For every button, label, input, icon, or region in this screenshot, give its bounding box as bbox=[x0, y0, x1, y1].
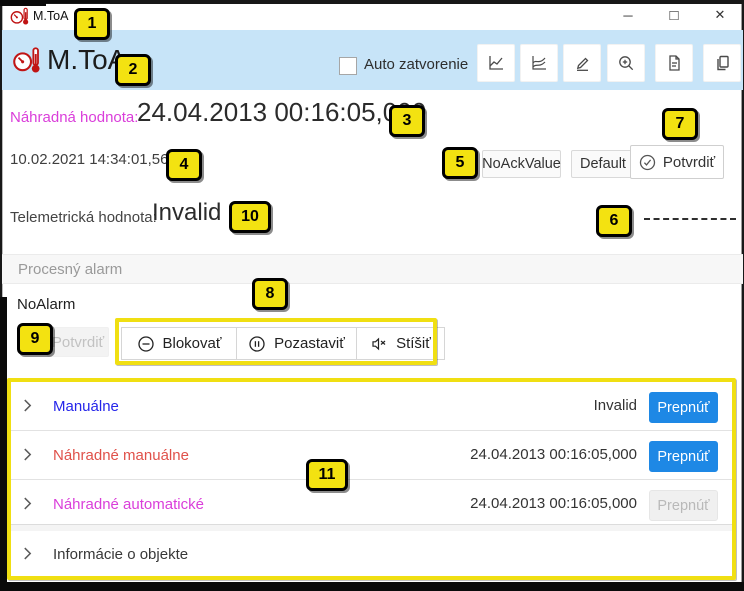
edit-button[interactable] bbox=[563, 44, 601, 82]
copy-button[interactable] bbox=[703, 44, 741, 82]
screenshot-artifact bbox=[0, 582, 744, 591]
confirm-value-button[interactable]: Potvrdiť bbox=[630, 145, 724, 179]
switch-button-substitute-automatic[interactable]: Prepnúť bbox=[649, 490, 718, 521]
section-row-manual[interactable]: Manuálne Invalid bbox=[11, 382, 733, 430]
section-label: Informácie o objekte bbox=[53, 546, 188, 563]
section-divider-band bbox=[11, 524, 733, 531]
chevron-right-icon bbox=[22, 399, 33, 412]
check-circle-icon bbox=[639, 154, 656, 171]
section-row-substitute-manual[interactable]: Náhradné manuálne 24.04.2013 00:16:05,00… bbox=[11, 431, 733, 479]
annotation-box-10: 10 bbox=[229, 201, 271, 233]
document-button[interactable] bbox=[655, 44, 693, 82]
screenshot-artifact bbox=[0, 297, 7, 591]
process-alarm-section-header: Procesný alarm bbox=[2, 254, 743, 284]
annotation-box-3: 3 bbox=[389, 105, 425, 137]
document-icon bbox=[665, 54, 683, 72]
multi-trend-chart-button[interactable] bbox=[520, 44, 558, 82]
section-row-substitute-automatic[interactable]: Náhradné automatické 24.04.2013 00:16:05… bbox=[11, 480, 733, 524]
section-row-object-info[interactable]: Informácie o objekte bbox=[11, 530, 733, 578]
minimize-button[interactable]: ─ bbox=[611, 3, 645, 27]
trend-chart-button[interactable] bbox=[477, 44, 515, 82]
annotation-box-11: 11 bbox=[306, 459, 348, 491]
trend-chart-icon bbox=[487, 54, 505, 72]
chevron-right-icon bbox=[22, 497, 33, 510]
section-label: Náhradné automatické bbox=[53, 496, 204, 513]
auto-close-checkbox[interactable] bbox=[339, 57, 357, 75]
annotation-box-7: 7 bbox=[662, 108, 698, 140]
alarm-action-group: Blokovať Pozastaviť Stíšiť bbox=[121, 327, 445, 360]
confirm-alarm-button-disabled[interactable]: Potvrdiť bbox=[47, 327, 109, 357]
zoom-in-icon bbox=[617, 54, 635, 72]
section-label: Náhradné manuálne bbox=[53, 447, 189, 464]
row-divider bbox=[11, 479, 733, 480]
annotation-box-4: 4 bbox=[166, 149, 202, 181]
substitute-value-label: Náhradná hodnota: bbox=[10, 109, 138, 126]
section-value: 24.04.2013 00:16:05,000 bbox=[470, 446, 637, 463]
circle-minus-icon bbox=[137, 335, 155, 353]
multi-trend-chart-icon bbox=[530, 54, 548, 72]
alarm-status: NoAlarm bbox=[17, 296, 75, 313]
switch-button-substitute-manual[interactable]: Prepnúť bbox=[649, 441, 718, 472]
speaker-mute-icon bbox=[370, 335, 388, 353]
screenshot-root: M.ToA ─ □ ✕ M.ToA Auto zatvorenie bbox=[0, 0, 744, 591]
default-button[interactable]: Default bbox=[571, 150, 635, 178]
app-icon-small bbox=[9, 7, 30, 26]
chevron-right-icon bbox=[22, 448, 33, 461]
empty-value-dashes bbox=[644, 218, 736, 220]
chevron-right-icon bbox=[22, 547, 33, 560]
section-value: Invalid bbox=[594, 397, 637, 414]
telemetry-value: Invalid bbox=[152, 199, 221, 227]
circle-pause-icon bbox=[248, 335, 266, 353]
pause-button[interactable]: Pozastaviť bbox=[236, 327, 357, 360]
close-button[interactable]: ✕ bbox=[703, 3, 737, 27]
window-title: M.ToA bbox=[33, 9, 68, 23]
noackvalue-button[interactable]: NoAckValue bbox=[482, 150, 561, 178]
annotation-box-9: 9 bbox=[17, 323, 53, 355]
annotation-box-5: 5 bbox=[442, 147, 478, 179]
screenshot-artifact bbox=[0, 0, 46, 6]
section-value: 24.04.2013 00:16:05,000 bbox=[470, 495, 637, 512]
annotation-box-8: 8 bbox=[252, 278, 288, 310]
section-label: Manuálne bbox=[53, 398, 119, 415]
annotation-box-1: 1 bbox=[74, 8, 110, 40]
copy-icon bbox=[713, 54, 731, 72]
annotation-box-6: 6 bbox=[596, 205, 632, 237]
telemetry-value-label: Telemetrická hodnota: bbox=[10, 209, 157, 226]
edit-pencil-icon bbox=[573, 54, 591, 72]
substitute-value: 24.04.2013 00:16:05,000 bbox=[137, 97, 426, 128]
mute-button[interactable]: Stíšiť bbox=[356, 327, 445, 360]
value-timestamp: 10.02.2021 14:34:01,567 bbox=[10, 151, 177, 168]
zoom-in-button[interactable] bbox=[607, 44, 645, 82]
maximize-button[interactable]: □ bbox=[657, 3, 691, 27]
auto-close-label: Auto zatvorenie bbox=[364, 56, 468, 73]
annotation-box-2: 2 bbox=[115, 54, 151, 86]
block-button[interactable]: Blokovať bbox=[121, 327, 237, 360]
app-icon-large bbox=[11, 46, 42, 75]
switch-button-manual[interactable]: Prepnúť bbox=[649, 392, 718, 423]
row-divider bbox=[11, 430, 733, 431]
